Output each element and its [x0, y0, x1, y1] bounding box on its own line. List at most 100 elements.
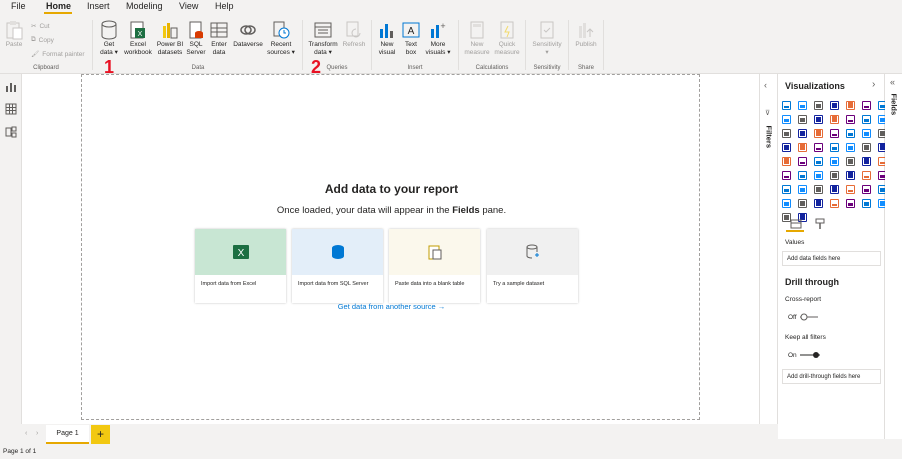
- visual-type-icon[interactable]: [830, 157, 839, 166]
- menu-help[interactable]: Help: [215, 1, 234, 11]
- cut-button[interactable]: ✂ Cut: [31, 22, 50, 31]
- recent-sources-button[interactable]: Recent sources ▾: [265, 20, 297, 57]
- visual-type-icon[interactable]: [830, 101, 839, 110]
- visual-type-icon[interactable]: [830, 129, 839, 138]
- visual-type-icon[interactable]: [782, 115, 791, 124]
- excel-icon: X: [232, 245, 249, 259]
- import-sql-card[interactable]: Import data from SQL Server: [292, 229, 383, 303]
- more-visuals-button[interactable]: + More visuals ▾: [422, 20, 454, 57]
- excel-workbook-button[interactable]: X Excel workbook: [122, 20, 154, 57]
- visual-type-icon[interactable]: [830, 115, 839, 124]
- report-view-icon[interactable]: [5, 80, 17, 92]
- visual-type-icon[interactable]: [798, 171, 807, 180]
- values-drop-zone[interactable]: Add data fields here: [782, 251, 881, 266]
- report-canvas[interactable]: Add data to your report Once loaded, you…: [81, 74, 700, 420]
- copy-button[interactable]: ⧉ Copy: [31, 36, 54, 44]
- visual-type-icon[interactable]: [782, 129, 791, 138]
- format-painter-button[interactable]: 🖌 Format painter: [31, 50, 85, 59]
- visual-type-icon[interactable]: [862, 101, 871, 110]
- paste-button[interactable]: Paste: [3, 20, 25, 49]
- visual-type-icon[interactable]: [814, 143, 823, 152]
- visual-type-icon[interactable]: [782, 171, 791, 180]
- visual-type-icon[interactable]: [846, 115, 855, 124]
- enter-data-button[interactable]: Enter data: [207, 20, 231, 57]
- visual-type-icon[interactable]: [782, 101, 791, 110]
- get-data-another-source-link[interactable]: Get data from another source →: [82, 302, 701, 311]
- sql-server-button[interactable]: SQL Server: [185, 20, 207, 57]
- visual-type-icon[interactable]: [814, 171, 823, 180]
- visual-type-icon[interactable]: [862, 199, 871, 208]
- visual-type-icon[interactable]: [798, 185, 807, 194]
- add-page-button[interactable]: +: [91, 425, 110, 444]
- visual-type-icon[interactable]: [798, 199, 807, 208]
- visual-type-icon[interactable]: [782, 185, 791, 194]
- powerbi-datasets-button[interactable]: Power BI datasets: [155, 20, 185, 57]
- visual-type-icon[interactable]: [862, 185, 871, 194]
- filters-pane[interactable]: ‹ ⊽ Filters: [759, 74, 778, 424]
- import-excel-card[interactable]: X Import data from Excel: [195, 229, 286, 303]
- paste-data-card[interactable]: Paste data into a blank table: [389, 229, 480, 303]
- visual-type-icon[interactable]: [814, 101, 823, 110]
- visual-type-icon[interactable]: [814, 115, 823, 124]
- visual-type-icon[interactable]: [798, 129, 807, 138]
- fields-well-icon[interactable]: [790, 217, 802, 229]
- visual-type-icon[interactable]: [798, 143, 807, 152]
- sample-dataset-card[interactable]: Try a sample dataset: [487, 229, 578, 303]
- visual-type-icon[interactable]: [830, 143, 839, 152]
- visual-type-icon[interactable]: [798, 101, 807, 110]
- keep-filters-toggle[interactable]: On: [788, 351, 820, 359]
- visual-type-icon[interactable]: [814, 129, 823, 138]
- visual-type-icon[interactable]: [846, 101, 855, 110]
- visual-type-icon[interactable]: [782, 143, 791, 152]
- publish-button[interactable]: Publish: [572, 20, 600, 49]
- page-tab[interactable]: Page 1: [46, 425, 89, 444]
- visual-type-icon[interactable]: [830, 199, 839, 208]
- visual-type-icon[interactable]: [830, 185, 839, 194]
- visual-type-icon[interactable]: [814, 157, 823, 166]
- visual-type-icon[interactable]: [846, 185, 855, 194]
- visual-type-icon[interactable]: [846, 199, 855, 208]
- format-brush-icon[interactable]: [814, 217, 826, 229]
- get-data-button[interactable]: Get data ▾: [96, 20, 122, 57]
- visual-type-icon[interactable]: [862, 129, 871, 138]
- chevron-right-icon[interactable]: ›: [872, 79, 875, 90]
- visual-type-icon[interactable]: [846, 171, 855, 180]
- visual-type-icon[interactable]: [846, 143, 855, 152]
- drill-through-drop-zone[interactable]: Add drill-through fields here: [782, 369, 881, 384]
- visual-type-icon[interactable]: [846, 129, 855, 138]
- visual-type-icon[interactable]: [814, 199, 823, 208]
- visual-type-icon[interactable]: [830, 171, 839, 180]
- menu-modeling[interactable]: Modeling: [126, 1, 163, 11]
- visual-type-icon[interactable]: [862, 157, 871, 166]
- cross-report-toggle[interactable]: Off: [788, 313, 818, 321]
- double-chevron-left-icon[interactable]: «: [890, 77, 895, 87]
- sensitivity-button[interactable]: Sensitivity ▾: [528, 20, 566, 57]
- menu-home[interactable]: Home: [46, 1, 71, 11]
- visual-type-icon[interactable]: [782, 199, 791, 208]
- menu-file[interactable]: File: [11, 1, 26, 11]
- chevron-left-icon[interactable]: ‹: [764, 80, 767, 90]
- data-view-icon[interactable]: [5, 102, 17, 115]
- visual-type-icon[interactable]: [798, 115, 807, 124]
- prev-page-icon[interactable]: ‹: [25, 430, 27, 437]
- menu-view[interactable]: View: [179, 1, 198, 11]
- next-page-icon[interactable]: ›: [36, 430, 38, 437]
- visual-type-icon[interactable]: [862, 171, 871, 180]
- quick-measure-button[interactable]: Quick measure: [492, 20, 522, 57]
- toggle-off-icon: [799, 313, 818, 321]
- visual-type-icon[interactable]: [846, 157, 855, 166]
- refresh-button[interactable]: Refresh: [340, 20, 368, 49]
- visual-type-icon[interactable]: [782, 157, 791, 166]
- new-measure-button[interactable]: New measure: [462, 20, 492, 57]
- fields-pane[interactable]: « Fields: [885, 74, 902, 439]
- model-view-icon[interactable]: [5, 125, 17, 138]
- text-box-button[interactable]: A Text box: [400, 20, 422, 57]
- visual-type-icon[interactable]: [798, 157, 807, 166]
- menu-insert[interactable]: Insert: [87, 1, 110, 11]
- dataverse-button[interactable]: Dataverse: [231, 20, 265, 49]
- transform-data-button[interactable]: Transform data ▾: [306, 20, 340, 57]
- visual-type-icon[interactable]: [814, 185, 823, 194]
- visual-type-icon[interactable]: [862, 115, 871, 124]
- visual-type-icon[interactable]: [862, 143, 871, 152]
- new-visual-button[interactable]: New visual: [374, 20, 400, 57]
